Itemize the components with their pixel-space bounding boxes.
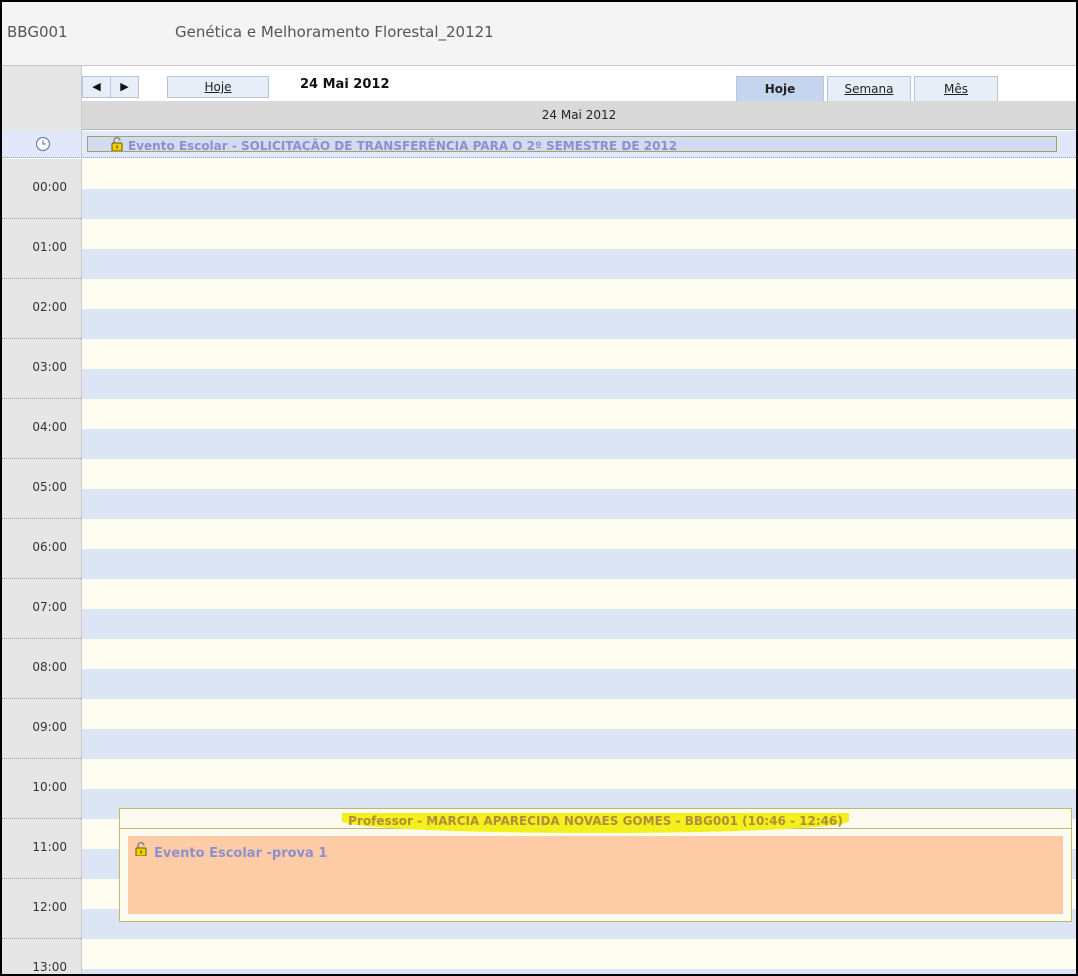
hour-slot[interactable] (82, 579, 1076, 639)
hour-label: 09:00 (2, 699, 81, 759)
event-professor-label: Professor - MARCIA APARECIDA NOVAES GOME… (342, 813, 849, 833)
hour-label: 10:00 (2, 759, 81, 819)
hour-label: 00:00 (2, 159, 81, 219)
event-title: Evento Escolar -prova 1 (154, 846, 328, 861)
hour-slot[interactable] (82, 279, 1076, 339)
clock-icon (35, 136, 51, 152)
hour-label: 02:00 (2, 279, 81, 339)
hour-slot[interactable] (82, 399, 1076, 459)
all-day-event[interactable]: Evento Escolar - SOLICITAÇÃO DE TRANSFER… (87, 136, 1057, 152)
hour-label: 03:00 (2, 339, 81, 399)
prev-day-button[interactable]: ◀ (82, 76, 111, 98)
event-body[interactable]: Evento Escolar -prova 1 (128, 836, 1063, 914)
calendar-event[interactable]: Professor - MARCIA APARECIDA NOVAES GOME… (119, 808, 1072, 922)
hour-label: 11:00 (2, 819, 81, 879)
hour-slot[interactable] (82, 639, 1076, 699)
lock-icon (135, 842, 147, 856)
hour-label: 06:00 (2, 519, 81, 579)
calendar-window: BBG001 Genética e Melhoramento Florestal… (0, 0, 1078, 976)
tab-semana[interactable]: Semana (827, 76, 911, 102)
hour-label: 04:00 (2, 399, 81, 459)
course-title: Genética e Melhoramento Florestal_20121 (175, 23, 494, 41)
hour-slot[interactable] (82, 699, 1076, 759)
hour-label: 05:00 (2, 459, 81, 519)
hour-label: 08:00 (2, 639, 81, 699)
time-column: 00:00 01:00 02:00 03:00 04:00 05:00 06:0… (2, 159, 82, 974)
today-link[interactable]: Hoje (167, 76, 269, 98)
course-header: BBG001 Genética e Melhoramento Florestal… (2, 2, 1076, 66)
calendar-toolbar: ◀ ▶ Hoje 24 Mai 2012 Hoje Semana Mês (82, 74, 1076, 102)
hour-slot[interactable] (82, 939, 1076, 974)
current-date-label: 24 Mai 2012 (300, 77, 390, 92)
hour-slot[interactable] (82, 459, 1076, 519)
course-code: BBG001 (7, 23, 68, 41)
hour-label: 12:00 (2, 879, 81, 939)
lock-icon (111, 137, 123, 151)
hour-label: 13:00 (2, 939, 81, 974)
nav-gutter (2, 66, 82, 131)
next-day-button[interactable]: ▶ (110, 76, 139, 98)
hour-slot[interactable] (82, 339, 1076, 399)
hour-slot[interactable] (82, 519, 1076, 579)
hour-slot[interactable] (82, 219, 1076, 279)
hour-label: 01:00 (2, 219, 81, 279)
all-day-label-cell (2, 131, 82, 157)
all-day-event-label: Evento Escolar - SOLICITAÇÃO DE TRANSFER… (128, 139, 678, 152)
day-column-header: 24 Mai 2012 (82, 101, 1076, 130)
event-header: Professor - MARCIA APARECIDA NOVAES GOME… (120, 809, 1071, 833)
tab-hoje[interactable]: Hoje (736, 76, 824, 102)
tab-mes[interactable]: Mês (914, 76, 998, 102)
hour-slot[interactable] (82, 159, 1076, 219)
all-day-row: Evento Escolar - SOLICITAÇÃO DE TRANSFER… (2, 131, 1076, 158)
hour-label: 07:00 (2, 579, 81, 639)
